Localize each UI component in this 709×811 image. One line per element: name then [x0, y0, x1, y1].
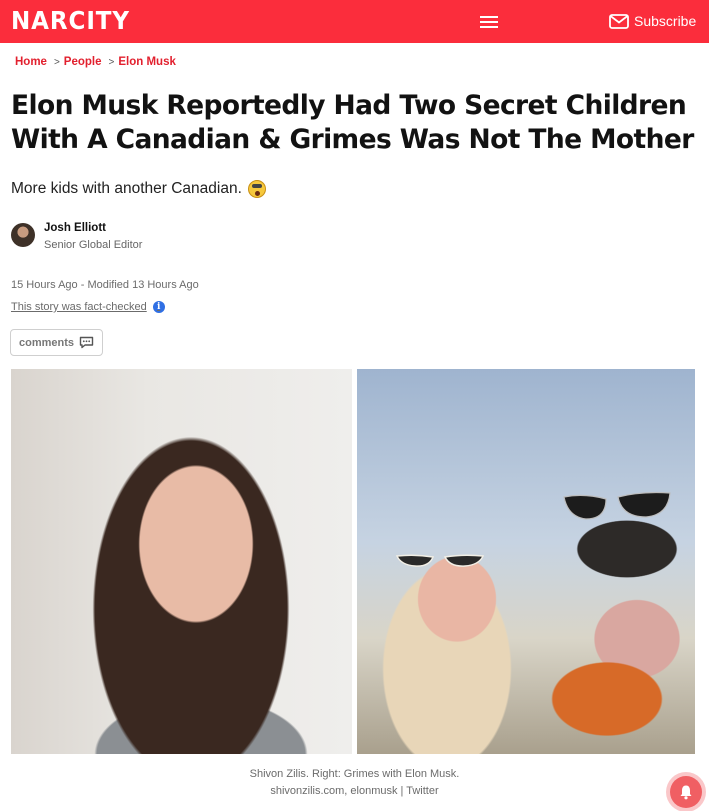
- fact-check-label: This story was fact-checked: [11, 301, 147, 313]
- info-icon[interactable]: i: [152, 301, 165, 313]
- author-role: Senior Global Editor: [44, 239, 143, 251]
- bell-icon: [680, 785, 692, 800]
- site-header: NARCITY Subscribe: [0, 0, 709, 43]
- published-time: 15 Hours Ago: [11, 279, 78, 291]
- dek-text: More kids with another Canadian.: [11, 180, 242, 197]
- hamburger-icon: [480, 16, 498, 18]
- image-caption: Shivon Zilis. Right: Grimes with Elon Mu…: [0, 766, 709, 800]
- breadcrumb-home[interactable]: Home: [15, 56, 47, 68]
- article-timestamps: 15 Hours Ago - Modified 13 Hours Ago: [11, 279, 199, 291]
- comments-label: comments: [18, 336, 75, 349]
- subscribe-label: Subscribe: [634, 13, 697, 29]
- mail-icon: [609, 13, 629, 29]
- menu-button[interactable]: [480, 14, 500, 30]
- breadcrumb-separator: >: [53, 56, 60, 68]
- breadcrumb-elon-musk[interactable]: Elon Musk: [118, 56, 176, 68]
- sunglasses-graphic: [563, 491, 671, 520]
- fact-check-link[interactable]: This story was fact-checked i: [11, 301, 165, 313]
- article-dek: More kids with another Canadian.: [11, 180, 266, 198]
- breadcrumb: Home > People > Elon Musk: [15, 56, 176, 68]
- site-logo[interactable]: NARCITY: [11, 6, 130, 35]
- comment-bubble-icon: [79, 336, 94, 349]
- shocked-face-emoji-icon: [247, 180, 266, 198]
- modified-time: - Modified 13 Hours Ago: [80, 279, 199, 291]
- photo-grimes-and-elon-musk: [357, 369, 695, 754]
- subscribe-button[interactable]: Subscribe: [609, 10, 696, 32]
- author-name[interactable]: Josh Elliott: [44, 222, 106, 234]
- article-title: Elon Musk Reportedly Had Two Secret Chil…: [11, 90, 694, 155]
- caption-credit: shivonzilis.com, elonmusk | Twitter: [270, 785, 439, 797]
- breadcrumb-people[interactable]: People: [64, 56, 102, 68]
- caption-text: Shivon Zilis. Right: Grimes with Elon Mu…: [249, 768, 460, 780]
- breadcrumb-separator: >: [108, 56, 115, 68]
- notification-bell-button[interactable]: [670, 776, 702, 808]
- photo-shivon-zilis: [11, 369, 352, 754]
- sunglasses-graphic: [395, 554, 485, 567]
- comments-button[interactable]: comments: [10, 329, 103, 356]
- author-avatar[interactable]: [11, 223, 35, 247]
